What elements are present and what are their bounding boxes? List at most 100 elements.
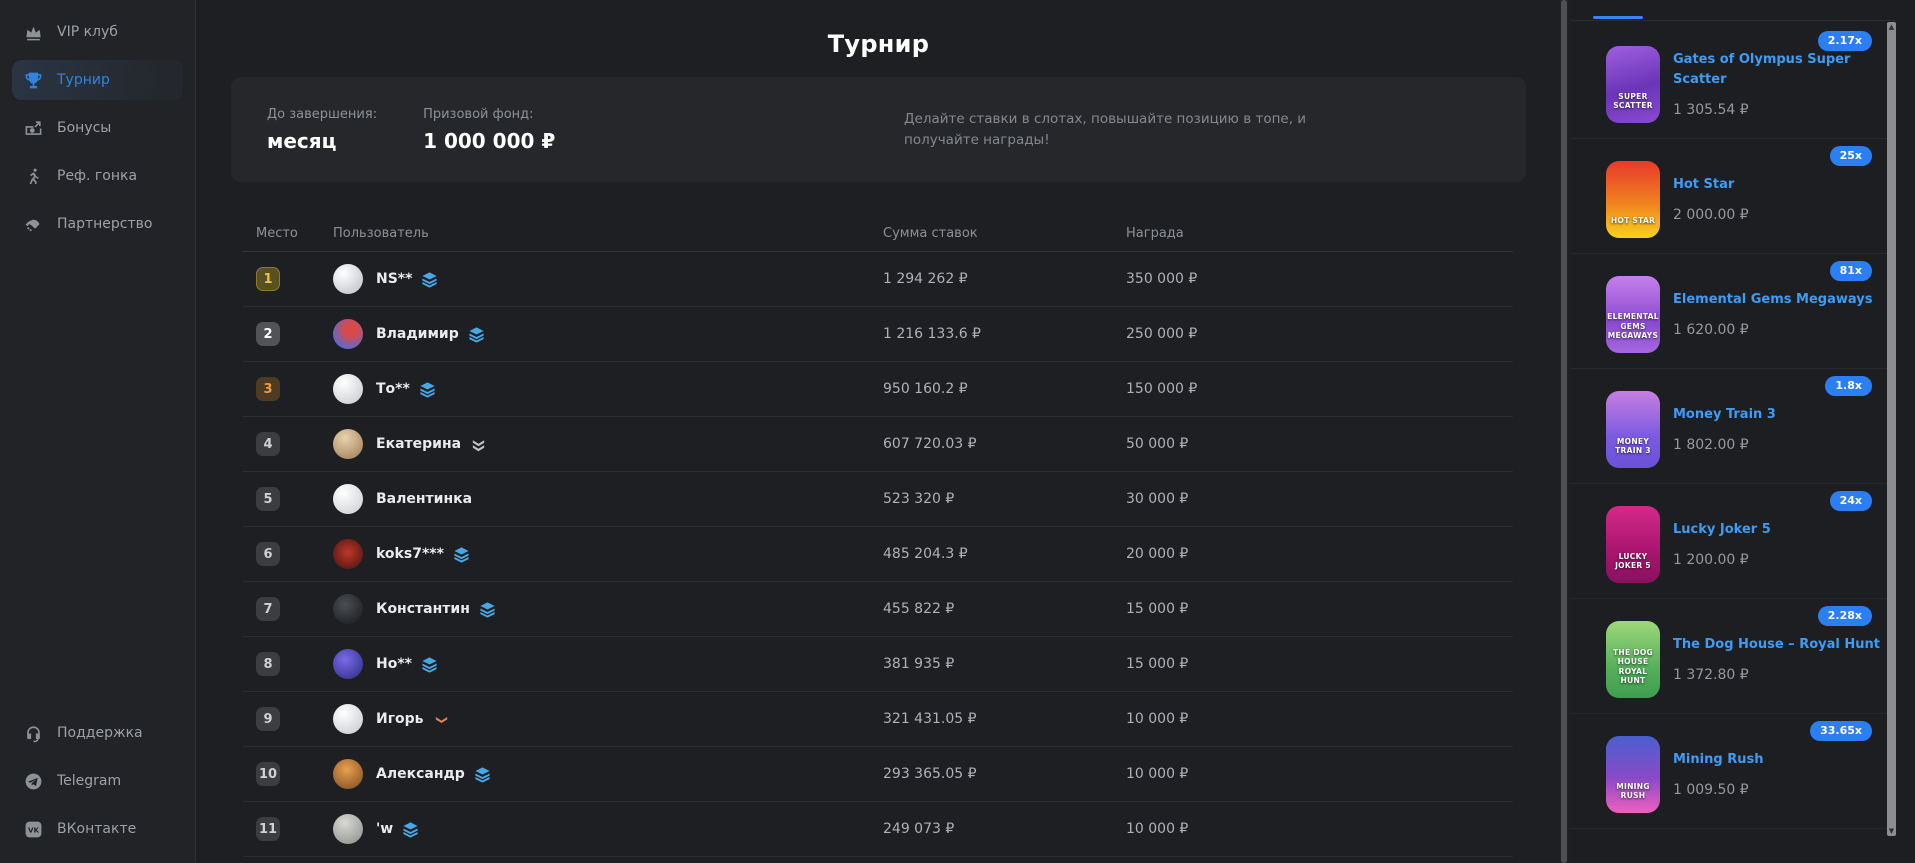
table-row[interactable]: 7 Константин 455 822 ₽ 15 000 ₽: [243, 582, 1513, 637]
game-thumbnail[interactable]: ELEMENTAL GEMS MEGAWAYS: [1606, 276, 1660, 353]
place-badge: 1: [256, 267, 280, 291]
game-title[interactable]: Hot Star: [1673, 175, 1895, 195]
game-thumbnail-label: THE DOG HOUSE ROYAL HUNT: [1606, 648, 1660, 686]
table-row[interactable]: 9 Игорь 321 431.05 ₽ 10 000 ₽: [243, 692, 1513, 747]
win-amount: 1 009.50 ₽: [1673, 782, 1895, 798]
ends-in-stat: До завершения: месяц: [267, 107, 377, 153]
live-win-card[interactable]: 2.17x SUPER SCATTER Gates of Olympus Sup…: [1570, 24, 1895, 139]
scroll-up-icon[interactable]: ▲: [1887, 22, 1896, 32]
game-thumbnail[interactable]: THE DOG HOUSE ROYAL HUNT: [1606, 621, 1660, 698]
game-title[interactable]: Gates of Olympus Super Scatter: [1673, 50, 1895, 90]
main-content: Турнир До завершения: месяц Призовой фон…: [197, 0, 1560, 863]
table-row[interactable]: 6 koks7*** 485 204.3 ₽ 20 000 ₽: [243, 527, 1513, 582]
game-title[interactable]: Lucky Joker 5: [1673, 520, 1895, 540]
live-win-card[interactable]: 81x ELEMENTAL GEMS MEGAWAYS Elemental Ge…: [1570, 254, 1895, 369]
game-thumbnail-label: MINING RUSH: [1606, 782, 1660, 801]
main-scrollbar-thumb[interactable]: [1561, 0, 1567, 863]
game-thumbnail[interactable]: LUCKY JOKER 5: [1606, 506, 1660, 583]
live-wins-panel: 2.17x SUPER SCATTER Gates of Olympus Sup…: [1570, 0, 1915, 863]
sidebar-item-support[interactable]: Поддержка: [12, 713, 183, 753]
main-scrollbar[interactable]: [1560, 0, 1568, 863]
place-badge: 7: [256, 597, 280, 621]
game-thumbnail-label: LUCKY JOKER 5: [1606, 552, 1660, 571]
bets-sum: 293 365.05 ₽: [883, 766, 1126, 782]
avatar: [333, 594, 363, 624]
place-badge: 11: [256, 817, 280, 841]
game-title[interactable]: The Dog House – Royal Hunt: [1673, 635, 1895, 655]
sidebar-item-partnership[interactable]: Партнерство: [12, 204, 183, 244]
sidebar-item-label: Реф. гонка: [57, 168, 137, 184]
svg-text:VK: VK: [27, 825, 39, 834]
game-title[interactable]: Elemental Gems Megaways: [1673, 290, 1895, 310]
game-thumbnail-label: MONEY TRAIN 3: [1606, 437, 1660, 456]
multiplier-badge: 81x: [1830, 261, 1872, 281]
reward: 350 000 ₽: [1126, 271, 1500, 287]
sidebar-item-label: VIP клуб: [57, 24, 118, 40]
multiplier-badge: 1.8x: [1825, 376, 1872, 396]
bets-sum: 1 216 133.6 ₽: [883, 326, 1126, 342]
sidebar-item-tournament[interactable]: Турнир: [12, 60, 183, 100]
sidebar-item-vkontakte[interactable]: VK ВКонтакте: [12, 809, 183, 849]
table-row[interactable]: 1 NS** 1 294 262 ₽ 350 000 ₽: [243, 252, 1513, 307]
panel-scrollbar[interactable]: ▲ ▼: [1887, 22, 1896, 836]
place-badge: 4: [256, 432, 280, 456]
game-thumbnail-label: SUPER SCATTER: [1606, 92, 1660, 111]
sidebar-item-referral-race[interactable]: Реф. гонка: [12, 156, 183, 196]
reward: 10 000 ₽: [1126, 711, 1500, 727]
table-row[interactable]: 5 Валентинка 523 320 ₽ 30 000 ₽: [243, 472, 1513, 527]
place-badge: 2: [256, 322, 280, 346]
live-win-card[interactable]: 25x HOT STAR Hot Star 2 000.00 ₽: [1570, 139, 1895, 254]
live-win-card[interactable]: 2.28x THE DOG HOUSE ROYAL HUNT The Dog H…: [1570, 599, 1895, 714]
sidebar-item-label: Поддержка: [57, 725, 143, 741]
header-place: Место: [256, 226, 333, 241]
username: NS**: [376, 271, 412, 287]
game-thumbnail[interactable]: HOT STAR: [1606, 161, 1660, 238]
prize-fund-value: 1 000 000 ₽: [423, 129, 555, 153]
game-title[interactable]: Mining Rush: [1673, 750, 1895, 770]
bets-sum: 455 822 ₽: [883, 601, 1126, 617]
username: 'w: [376, 821, 393, 837]
game-thumbnail[interactable]: MINING RUSH: [1606, 736, 1660, 813]
game-title[interactable]: Money Train 3: [1673, 405, 1895, 425]
rank-layers-icon: [468, 326, 485, 343]
avatar: [333, 429, 363, 459]
place-badge: 5: [256, 487, 280, 511]
rank-layers-icon: [421, 271, 438, 288]
table-row[interactable]: 8 Но** 381 935 ₽ 15 000 ₽: [243, 637, 1513, 692]
sidebar-item-label: Telegram: [57, 773, 121, 789]
panel-divider: [1570, 20, 1895, 21]
table-row[interactable]: 3 То** 950 160.2 ₽ 150 000 ₽: [243, 362, 1513, 417]
rank-layers-icon: [419, 381, 436, 398]
sidebar-item-label: Бонусы: [57, 120, 111, 136]
sidebar-item-telegram[interactable]: Telegram: [12, 761, 183, 801]
place-badge: 3: [256, 377, 280, 401]
table-row[interactable]: 2 Владимир 1 216 133.6 ₽ 250 000 ₽: [243, 307, 1513, 362]
bets-sum: 607 720.03 ₽: [883, 436, 1126, 452]
handshake-icon: [23, 214, 43, 234]
rank-chevron-icon: [433, 711, 450, 728]
reward: 50 000 ₽: [1126, 436, 1500, 452]
live-win-card[interactable]: 1.8x MONEY TRAIN 3 Money Train 3 1 802.0…: [1570, 369, 1895, 484]
sidebar-item-bonuses[interactable]: Бонусы: [12, 108, 183, 148]
bets-sum: 381 935 ₽: [883, 656, 1126, 672]
ends-in-label: До завершения:: [267, 107, 377, 122]
username: Владимир: [376, 326, 459, 342]
bets-sum: 1 294 262 ₽: [883, 271, 1126, 287]
table-row[interactable]: 4 Екатерина 607 720.03 ₽ 50 000 ₽: [243, 417, 1513, 472]
avatar: [333, 374, 363, 404]
live-win-card[interactable]: 33.65x MINING RUSH Mining Rush 1 009.50 …: [1570, 714, 1895, 829]
rank-layers-icon: [402, 821, 419, 838]
game-thumbnail[interactable]: MONEY TRAIN 3: [1606, 391, 1660, 468]
leaderboard-table: Место Пользователь Сумма ставок Награда …: [243, 215, 1513, 857]
scroll-down-icon[interactable]: ▼: [1887, 826, 1896, 836]
sidebar-item-vip-club[interactable]: VIP клуб: [12, 12, 183, 52]
table-row[interactable]: 10 Александр 293 365.05 ₽ 10 000 ₽: [243, 747, 1513, 802]
reward: 20 000 ₽: [1126, 546, 1500, 562]
table-row[interactable]: 11 'w 249 073 ₽ 10 000 ₽: [243, 802, 1513, 857]
sidebar-item-label: Партнерство: [57, 216, 152, 232]
game-thumbnail[interactable]: SUPER SCATTER: [1606, 46, 1660, 123]
live-win-card[interactable]: 24x LUCKY JOKER 5 Lucky Joker 5 1 200.00…: [1570, 484, 1895, 599]
place-badge: 6: [256, 542, 280, 566]
runner-icon: [23, 166, 43, 186]
place-badge: 8: [256, 652, 280, 676]
